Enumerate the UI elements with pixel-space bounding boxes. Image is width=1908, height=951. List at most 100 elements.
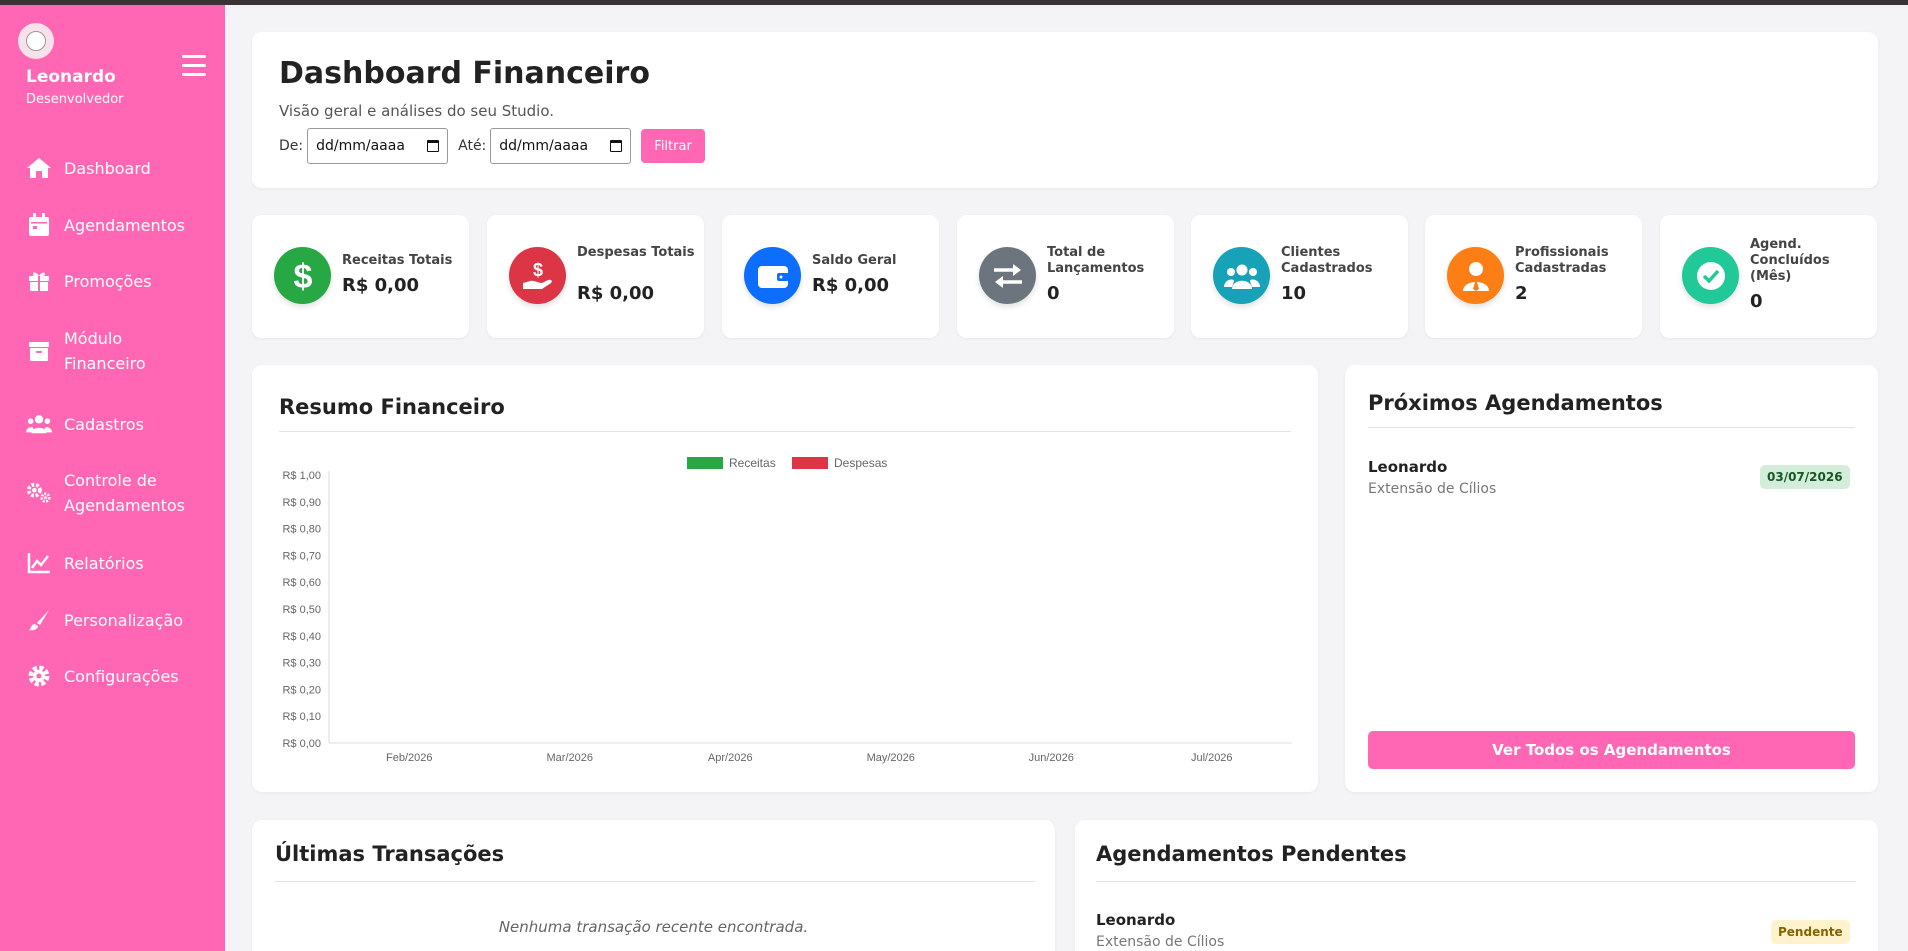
to-label: Até:	[458, 138, 487, 154]
from-date-input[interactable]: dd/mm/aaaa	[307, 128, 449, 164]
date-filter: De: dd/mm/aaaa Até: dd/mm/aaaa Filtrar	[279, 128, 705, 164]
stat-card-saldo: Saldo Geral R$ 0,00	[722, 215, 939, 338]
divider	[275, 881, 1035, 882]
svg-text:$: $	[293, 259, 312, 293]
y-tick-label: R$ 0,10	[282, 711, 321, 723]
dollar-icon: $	[274, 247, 331, 304]
sidebar-item-agendamentos[interactable]: Agendamentos	[26, 212, 216, 238]
to-date-placeholder: dd/mm/aaaa	[499, 138, 589, 154]
stat-value: 0	[1750, 291, 1763, 312]
from-date-placeholder: dd/mm/aaaa	[316, 138, 405, 154]
sidebar-item-label: Módulo Financeiro	[64, 329, 146, 373]
window-top-border	[0, 0, 1908, 5]
calendar-icon[interactable]	[427, 140, 440, 152]
sidebar-item-dashboard[interactable]: Dashboard	[26, 155, 216, 181]
sidebar-item-cadastros[interactable]: Cadastros	[26, 411, 216, 437]
y-tick-label: R$ 0,50	[282, 604, 321, 616]
legend-label: Receitas	[729, 456, 776, 470]
stat-value: R$ 0,00	[577, 283, 655, 304]
check-circle-icon	[1682, 247, 1739, 304]
stat-label: Despesas Totais	[577, 245, 695, 260]
wallet-icon	[744, 247, 801, 304]
archive-icon	[26, 338, 52, 364]
sidebar-item-promocoes[interactable]: Promoções	[26, 268, 216, 294]
x-tick-label: Apr/2026	[708, 752, 753, 764]
stat-card-profissionais: Profissionais Cadastradas 2	[1425, 215, 1642, 338]
legend-label: Despesas	[834, 456, 887, 470]
svg-text:$: $	[532, 260, 542, 280]
legend-swatch	[792, 457, 828, 469]
sidebar-item-relatorios[interactable]: Relatórios	[26, 550, 216, 576]
financial-chart: R$ 0,00 R$ 0,10 R$ 0,20 R$ 0,30 R$ 0,40 R$ 0,…	[282, 456, 1292, 764]
sidebar-item-modulo-financeiro[interactable]: Módulo Financeiro	[26, 326, 216, 376]
user-role: Desenvolvedor	[26, 92, 124, 107]
empty-transactions-message: Nenhuma transação recente encontrada.	[498, 918, 809, 936]
x-tick-label: Feb/2026	[386, 752, 432, 764]
sidebar-item-controle-agendamentos[interactable]: Controle de Agendamentos	[26, 468, 216, 518]
pending-appointments-card: Agendamentos Pendentes Leonardo Extensão…	[1075, 820, 1878, 951]
stat-card-clientes: Clientes Cadastrados 10	[1191, 215, 1408, 338]
financial-summary-card: Resumo Financeiro R$ 0,00 R$ 0,10 R$ 0,20 R…	[252, 365, 1318, 792]
y-tick-label: R$ 0,90	[282, 497, 321, 509]
filter-button[interactable]: Filtrar	[641, 129, 705, 163]
upcoming-title: Próximos Agendamentos	[1368, 391, 1663, 415]
users-icon	[26, 411, 52, 437]
y-tick-label: R$ 0,70	[282, 550, 321, 562]
appointment-date-badge: 03/07/2026	[1760, 465, 1850, 489]
y-tick-label: R$ 1,00	[282, 470, 321, 482]
divider	[1368, 427, 1855, 428]
brush-icon	[26, 607, 52, 633]
sidebar-item-label: Cadastros	[64, 414, 144, 434]
calendar-icon[interactable]	[610, 140, 623, 152]
gear-icon	[26, 663, 52, 689]
stat-label: Agend. Concluídos (Mês)	[1750, 237, 1830, 284]
y-tick-label: R$ 0,60	[282, 577, 321, 589]
calendar-icon	[26, 212, 52, 238]
stat-card-lancamentos: Total de Lançamentos 0	[957, 215, 1174, 338]
sidebar: Leonardo Desenvolvedor Dashboard Agendam…	[0, 5, 225, 951]
appointment-client: Leonardo	[1368, 458, 1448, 476]
sidebar-item-label: Relatórios	[64, 553, 144, 573]
pending-title: Agendamentos Pendentes	[1096, 842, 1407, 866]
home-icon	[26, 155, 52, 181]
sidebar-item-personalizacao[interactable]: Personalização	[26, 607, 216, 633]
stat-value: R$ 0,00	[812, 275, 890, 296]
y-tick-label: R$ 0,40	[282, 631, 321, 643]
sidebar-item-label: Agendamentos	[64, 215, 186, 235]
avatar[interactable]	[18, 23, 54, 59]
stat-value: 10	[1281, 283, 1307, 304]
x-tick-label: May/2026	[867, 752, 915, 764]
menu-toggle-icon[interactable]	[182, 55, 206, 77]
x-tick-label: Jun/2026	[1029, 752, 1074, 764]
pending-client: Leonardo	[1096, 911, 1176, 929]
y-tick-label: R$ 0,00	[282, 738, 321, 750]
stat-value: R$ 0,00	[342, 275, 420, 296]
page-subtitle: Visão geral e análises do seu Studio.	[279, 102, 555, 120]
view-all-appointments-button[interactable]: Ver Todos os Agendamentos	[1368, 731, 1855, 769]
sidebar-item-label: Controle de Agendamentos	[64, 471, 186, 515]
stat-value: 0	[1047, 283, 1060, 304]
sidebar-item-label: Dashboard	[64, 158, 151, 178]
sidebar-item-label: Promoções	[64, 271, 152, 291]
stat-card-despesas: $ Despesas Totais R$ 0,00	[487, 215, 704, 338]
x-tick-label: Mar/2026	[547, 752, 593, 764]
pending-service: Extensão de Cílios	[1096, 934, 1225, 950]
page-title: Dashboard Financeiro	[279, 56, 650, 91]
gift-icon	[26, 268, 52, 294]
upcoming-appointments-card: Próximos Agendamentos Leonardo Extensão …	[1345, 365, 1878, 792]
stat-label: Saldo Geral	[812, 253, 897, 268]
chart-line-icon	[26, 550, 52, 576]
stat-card-receitas: $ Receitas Totais R$ 0,00	[252, 215, 469, 338]
sidebar-item-label: Configurações	[64, 666, 179, 686]
user-tie-icon	[1447, 247, 1504, 304]
to-date-input[interactable]: dd/mm/aaaa	[490, 128, 632, 164]
header-card: Dashboard Financeiro Visão geral e análi…	[252, 32, 1878, 188]
y-tick-label: R$ 0,80	[282, 524, 321, 536]
hand-dollar-icon: $	[509, 247, 566, 304]
stat-label: Profissionais Cadastradas	[1515, 245, 1609, 276]
divider	[1096, 881, 1856, 882]
stat-label: Receitas Totais	[342, 253, 453, 268]
recent-transactions-card: Últimas Transações Nenhuma transação rec…	[252, 820, 1055, 951]
from-label: De:	[279, 138, 304, 154]
sidebar-item-configuracoes[interactable]: Configurações	[26, 663, 216, 689]
